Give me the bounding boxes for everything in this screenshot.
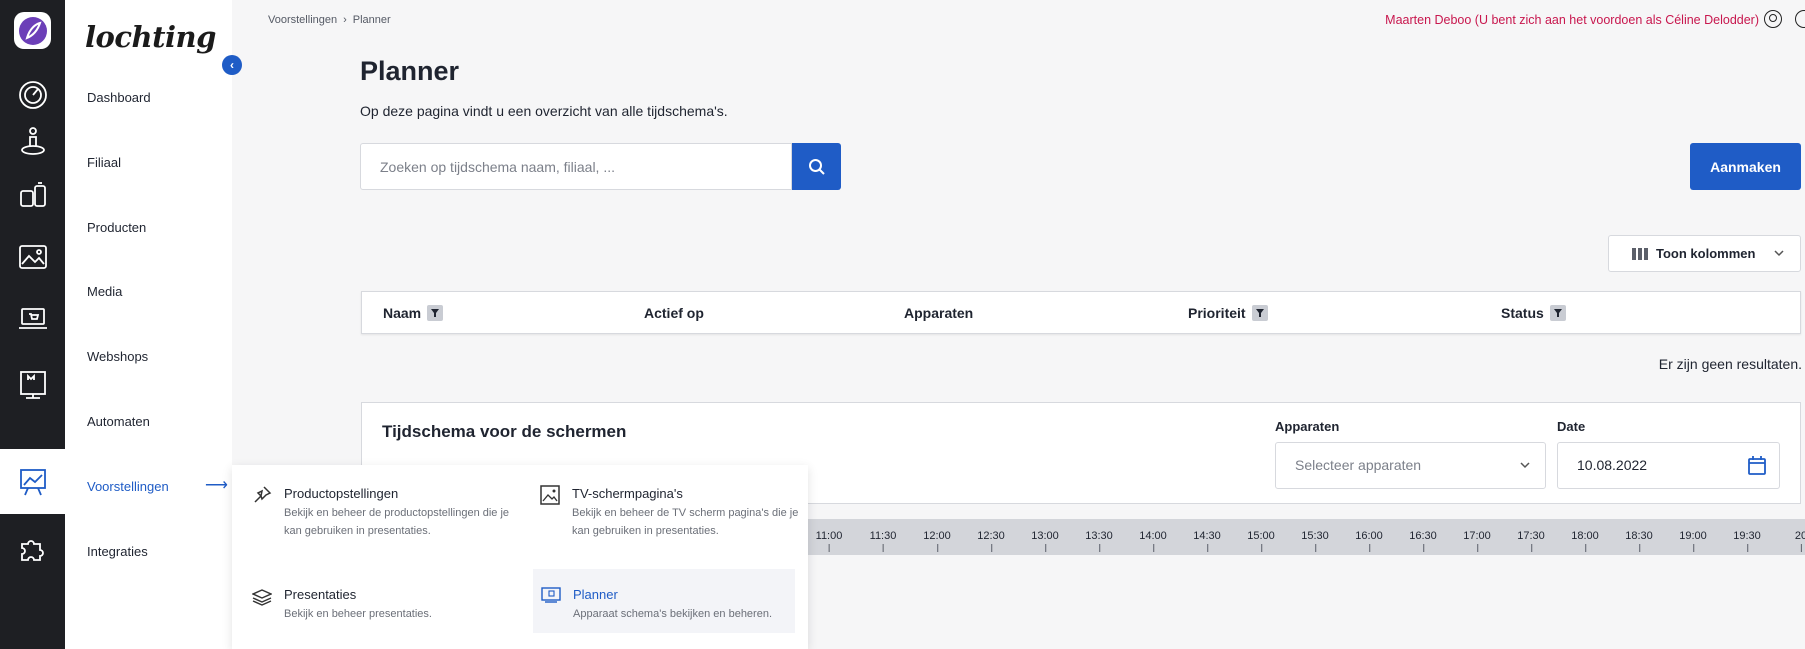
submenu-description: Bekijk en beheer de productopstellingen … <box>284 507 510 537</box>
main-nav: lochting Dashboard Filiaal Producten Med… <box>65 0 232 649</box>
voorstellingen-submenu: Productopstellingen Bekijk en beheer de … <box>232 465 808 649</box>
column-apparaten[interactable]: Apparaten <box>904 305 973 321</box>
column-status-label: Status <box>1501 305 1544 321</box>
settings-icon[interactable] <box>1795 10 1805 28</box>
nav-item-media[interactable]: Media <box>87 284 122 299</box>
submenu-item-planner[interactable]: Planner Apparaat schema's bekijken en be… <box>533 569 795 633</box>
submenu-item-presentaties[interactable]: Presentaties Bekijk en beheer presentati… <box>232 569 494 633</box>
app-logo-icon[interactable] <box>14 12 51 49</box>
impersonation-user-text[interactable]: Maarten Deboo (U bent zich aan het voord… <box>1385 13 1759 27</box>
timeline-tick: 20 <box>1795 530 1805 552</box>
nav-item-producten[interactable]: Producten <box>87 220 146 235</box>
column-status[interactable]: Status <box>1501 305 1566 321</box>
nav-item-voorstellingen[interactable]: Voorstellingen <box>87 479 169 494</box>
date-value: 10.08.2022 <box>1577 457 1648 473</box>
chevron-down-icon <box>1774 250 1784 257</box>
calendar-screen-icon <box>541 587 561 603</box>
nav-item-integraties[interactable]: Integraties <box>87 544 148 559</box>
nav-item-webshops[interactable]: Webshops <box>87 349 148 364</box>
submenu-title: Presentaties <box>284 587 357 602</box>
arrow-right-icon: ⟶ <box>205 477 228 494</box>
filter-icon[interactable] <box>1549 305 1566 321</box>
create-button[interactable]: Aanmaken <box>1690 143 1801 190</box>
timeline-tick: 11:00 <box>815 530 843 552</box>
date-label: Date <box>1557 419 1586 434</box>
devices-select[interactable]: Selecteer apparaten <box>1275 442 1546 489</box>
image-icon[interactable] <box>0 224 65 289</box>
submenu-description: Bekijk en beheer de TV scherm pagina's d… <box>572 507 799 537</box>
submenu-title: Planner <box>573 587 618 602</box>
laptop-cart-icon[interactable] <box>0 286 65 351</box>
filter-icon[interactable] <box>427 305 444 321</box>
breadcrumb: Voorstellingen › Planner <box>268 14 391 26</box>
tv-image-icon <box>540 485 560 505</box>
column-prioriteit-label: Prioriteit <box>1188 305 1246 321</box>
search-input[interactable] <box>361 144 791 189</box>
pin-icon <box>254 486 272 503</box>
column-actief-op[interactable]: Actief op <box>644 305 704 321</box>
devices-placeholder: Selecteer apparaten <box>1295 457 1422 473</box>
timeline-tick: 16:30 <box>1409 530 1437 552</box>
search-icon <box>808 158 825 175</box>
submenu-description: Bekijk en beheer presentaties. <box>284 608 432 620</box>
table-header: Naam Actief op Apparaten Prioriteit Stat… <box>361 291 1801 334</box>
column-actief-op-label: Actief op <box>644 305 704 321</box>
timeline-tick: 13:00 <box>1031 530 1059 552</box>
breadcrumb-voorstellingen[interactable]: Voorstellingen <box>268 14 337 26</box>
timeline-tick: 14:30 <box>1193 530 1221 552</box>
devices-label: Apparaten <box>1275 419 1340 434</box>
column-naam[interactable]: Naam <box>383 305 444 321</box>
layers-icon <box>252 589 272 606</box>
timeline-tick: 12:00 <box>923 530 951 552</box>
vending-machine-icon[interactable] <box>0 352 65 417</box>
puzzle-icon[interactable] <box>0 516 65 581</box>
show-columns-label: Toon kolommen <box>1656 246 1756 261</box>
nav-item-dashboard[interactable]: Dashboard <box>87 90 151 105</box>
submenu-title: Productopstellingen <box>284 486 399 501</box>
timeline-tick: 13:30 <box>1085 530 1113 552</box>
presentation-icon[interactable] <box>0 449 65 514</box>
timeline-tick: 12:30 <box>977 530 1005 552</box>
show-columns-button[interactable]: Toon kolommen <box>1608 235 1801 272</box>
timeline-tick: 19:30 <box>1733 530 1761 552</box>
page-title: Planner <box>360 56 460 86</box>
timeline-tick: 19:00 <box>1679 530 1707 552</box>
column-naam-label: Naam <box>383 305 422 321</box>
submenu-item-productopstellingen[interactable]: Productopstellingen Bekijk en beheer de … <box>232 465 509 555</box>
timeline-tick: 15:00 <box>1247 530 1275 552</box>
page-description: Op deze pagina vindt u een overzicht van… <box>360 103 728 119</box>
nav-item-automaten[interactable]: Automaten <box>87 414 150 429</box>
icon-rail <box>0 0 65 649</box>
timeline-tick: 18:00 <box>1571 530 1599 552</box>
calendar-icon[interactable] <box>1748 456 1766 475</box>
timeline-tick: 15:30 <box>1301 530 1329 552</box>
timeline-tick: 17:00 <box>1463 530 1491 552</box>
user-account-icon[interactable] <box>1764 10 1782 28</box>
breadcrumb-planner: Planner <box>352 14 391 26</box>
chevron-down-icon <box>1520 462 1530 469</box>
schedule-title: Tijdschema voor de schermen <box>382 422 627 441</box>
column-prioriteit[interactable]: Prioriteit <box>1188 305 1268 321</box>
timeline-tick: 17:30 <box>1517 530 1545 552</box>
timeline-tick: 11:30 <box>869 530 897 552</box>
columns-icon <box>1632 247 1648 260</box>
submenu-item-tv-schermpaginas[interactable]: TV-schermpagina's Bekijk en beheer de TV… <box>520 465 798 555</box>
date-input[interactable]: 10.08.2022 <box>1557 442 1780 489</box>
collapse-sidebar-button[interactable]: ‹ <box>222 55 242 75</box>
filter-icon[interactable] <box>1251 305 1268 321</box>
brand-logo: lochting <box>85 20 216 54</box>
timeline-tick: 18:30 <box>1625 530 1653 552</box>
products-icon[interactable] <box>0 162 65 227</box>
breadcrumb-separator: › <box>343 14 347 26</box>
submenu-description: Apparaat schema's bekijken en beheren. <box>573 608 773 620</box>
search-field[interactable] <box>360 143 792 190</box>
nav-item-filiaal[interactable]: Filiaal <box>87 155 121 170</box>
timeline-axis: 11:00 11:30 12:00 12:30 13:00 13:30 14:00 14:30… <box>800 519 1805 555</box>
submenu-title: TV-schermpagina's <box>572 486 683 501</box>
empty-results-text: Er zijn geen resultaten. <box>1658 356 1802 372</box>
timeline-tick: 16:00 <box>1355 530 1383 552</box>
column-apparaten-label: Apparaten <box>904 305 974 321</box>
timeline-tick: 14:00 <box>1139 530 1167 552</box>
search-button[interactable] <box>792 143 841 190</box>
